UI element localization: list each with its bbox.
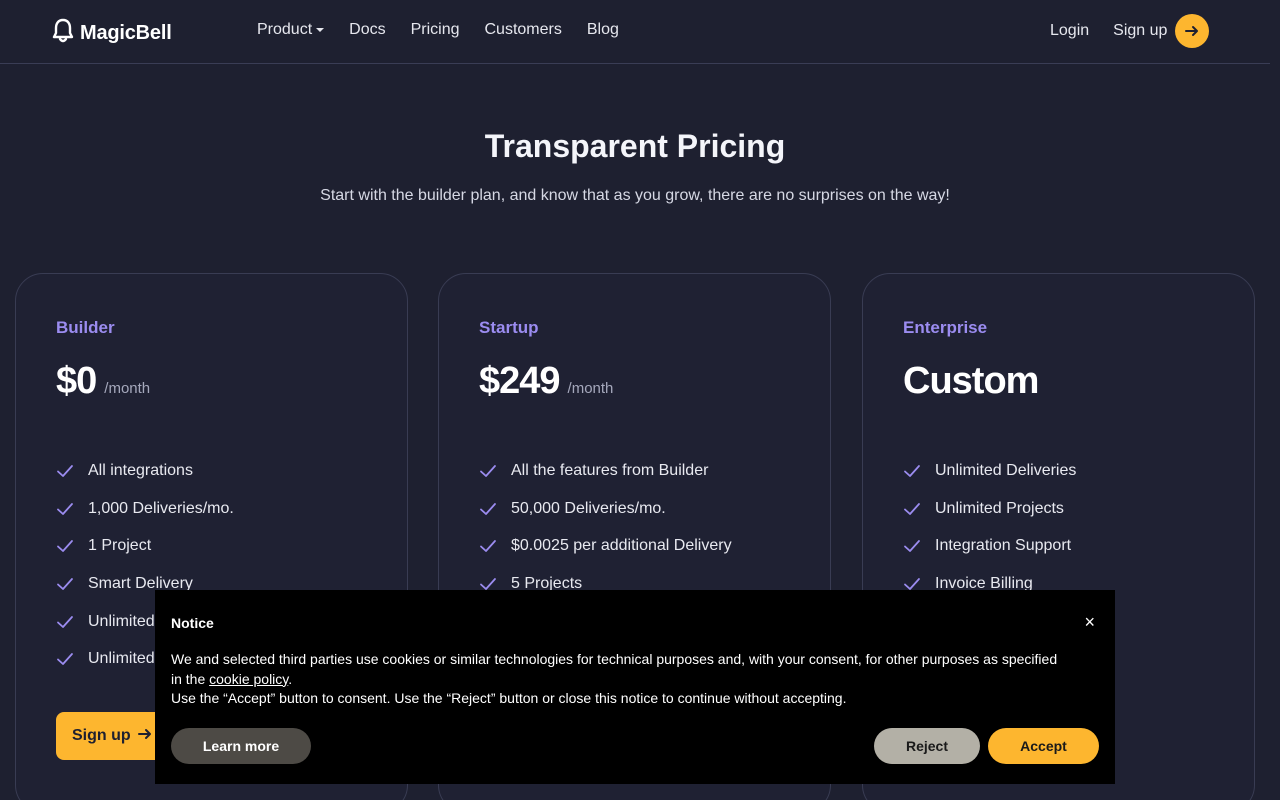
plan-price: $249 [479, 360, 561, 402]
signup-label: Sign up [1113, 22, 1168, 39]
feature-label: All the features from Builder [511, 461, 709, 479]
feature-label: $0.0025 per additional Delivery [511, 537, 732, 555]
feature-label: 1 Project [88, 537, 152, 555]
feature-label: 50,000 Deliveries/mo. [511, 499, 666, 517]
feature-item: Integration Support [903, 527, 1076, 565]
close-icon[interactable]: × [1084, 612, 1095, 633]
price-row: $249 /month [479, 360, 613, 403]
feature-label: Integration Support [935, 537, 1072, 555]
check-icon [479, 500, 497, 518]
plan-price: Custom [903, 360, 1039, 402]
arrow-right-icon [137, 726, 153, 747]
main-nav: Product Docs Pricing Customers Blog [257, 21, 619, 39]
cookie-notice: Notice × We and selected third parties u… [155, 590, 1115, 784]
check-icon [56, 500, 74, 518]
plan-name: Builder [56, 318, 115, 337]
check-icon [56, 613, 74, 631]
feature-item: All the features from Builder [479, 452, 732, 490]
signup-button[interactable]: Sign up [56, 712, 166, 760]
site-header: MagicBell Product Docs Pricing Customers… [0, 0, 1270, 64]
notice-text-end: . [288, 670, 293, 687]
logo-text: MagicBell [80, 22, 172, 44]
page-title: Transparent Pricing [484, 128, 786, 164]
notice-body: We and selected third parties use cookie… [171, 650, 1071, 709]
check-icon [479, 537, 497, 555]
signup-link[interactable]: Sign up [1113, 14, 1210, 48]
check-icon [479, 462, 497, 480]
price-row: Custom [903, 360, 1039, 403]
nav-pricing[interactable]: Pricing [411, 21, 460, 39]
notice-text: We and selected third parties use cookie… [171, 651, 1058, 687]
nav-product-label: Product [257, 21, 313, 38]
check-icon [56, 650, 74, 668]
check-icon [56, 537, 74, 555]
accept-button[interactable]: Accept [988, 728, 1099, 764]
bell-icon [52, 18, 74, 49]
plan-period: /month [567, 380, 614, 397]
plan-name: Startup [479, 318, 539, 337]
feature-list: Unlimited Deliveries Unlimited Projects … [903, 452, 1076, 603]
feature-item: 1,000 Deliveries/mo. [56, 490, 234, 528]
feature-label: Unlimited Projects [935, 499, 1064, 517]
plan-period: /month [104, 380, 151, 397]
feature-item: 1 Project [56, 527, 234, 565]
reject-button[interactable]: Reject [874, 728, 980, 764]
feature-item: Unlimited Deliveries [903, 452, 1076, 490]
check-icon [903, 537, 921, 555]
login-link[interactable]: Login [1050, 22, 1089, 40]
check-icon [56, 575, 74, 593]
feature-list: All the features from Builder 50,000 Del… [479, 452, 732, 603]
nav-docs[interactable]: Docs [349, 21, 385, 39]
check-icon [903, 462, 921, 480]
caret-down-icon [316, 27, 325, 32]
cookie-policy-link[interactable]: cookie policy [209, 671, 288, 687]
feature-label: Unlimited [88, 650, 155, 668]
learn-more-button[interactable]: Learn more [171, 728, 311, 764]
plan-name: Enterprise [903, 318, 988, 337]
feature-label: All integrations [88, 461, 193, 479]
feature-item: All integrations [56, 452, 234, 490]
auth-links: Login Sign up [1050, 14, 1210, 48]
feature-item: 50,000 Deliveries/mo. [479, 490, 732, 528]
logo[interactable]: MagicBell [52, 18, 172, 49]
nav-product[interactable]: Product [257, 21, 325, 39]
nav-blog[interactable]: Blog [587, 21, 619, 39]
check-icon [903, 500, 921, 518]
feature-label: Unlimited [88, 612, 155, 630]
feature-item: Unlimited Projects [903, 490, 1076, 528]
notice-title: Notice [171, 615, 214, 631]
feature-label: Unlimited Deliveries [935, 461, 1077, 479]
check-icon [56, 462, 74, 480]
price-row: $0 /month [56, 360, 150, 403]
signup-button-label: Sign up [72, 727, 131, 744]
arrow-right-icon [1175, 14, 1210, 48]
plan-price: $0 [56, 360, 97, 402]
feature-label: 1,000 Deliveries/mo. [88, 499, 234, 517]
nav-customers[interactable]: Customers [485, 21, 562, 39]
notice-instructions: Use the “Accept” button to consent. Use … [171, 690, 847, 706]
page-subtitle: Start with the builder plan, and know th… [320, 187, 950, 204]
feature-item: $0.0025 per additional Delivery [479, 527, 732, 565]
